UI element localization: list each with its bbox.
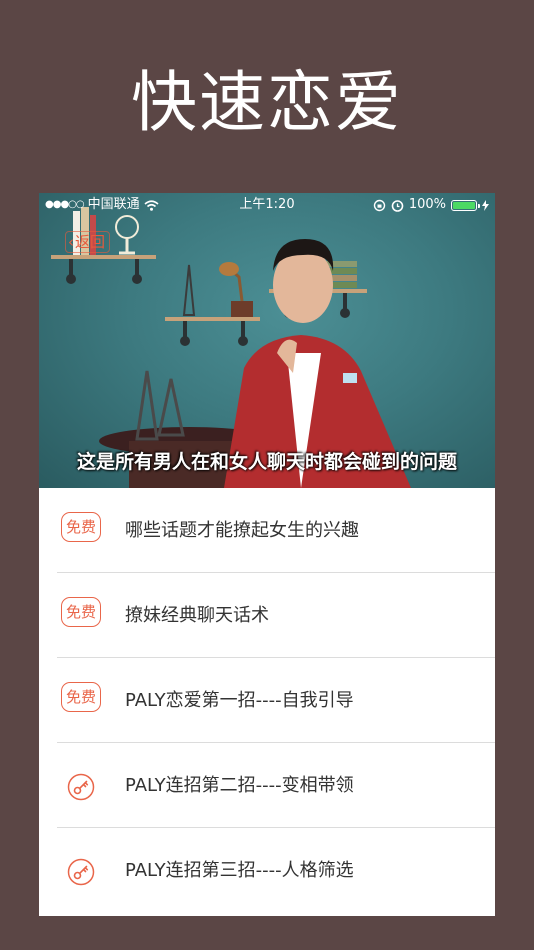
video-player[interactable]: ●●●○○ 中国联通 上午1:20 100% ‹ 返回 这是所有男人在和女人聊天…: [39, 193, 495, 488]
video-subtitle: 这是所有男人在和女人聊天时都会碰到的问题: [76, 451, 457, 473]
lesson-item[interactable]: PALY连招第二招----变相带领: [39, 743, 495, 828]
free-badge: 免费: [61, 597, 101, 627]
battery-level: [453, 201, 475, 209]
free-badge: 免费: [61, 512, 101, 542]
lesson-title: 撩妹经典聊天话术: [125, 605, 269, 626]
charging-icon: [482, 199, 489, 211]
alarm-icon: [391, 199, 404, 212]
headline: 快速恋爱: [131, 64, 403, 141]
shelf-left: [51, 255, 156, 259]
key-icon: [67, 773, 95, 801]
lesson-title: PALY恋爱第一招----自我引导: [125, 690, 354, 711]
status-right: 100%: [373, 193, 489, 217]
lesson-title: PALY连招第二招----变相带领: [125, 775, 354, 796]
key-icon: [67, 858, 95, 886]
lesson-list: 免费 哪些话题才能撩起女生的兴趣 免费 撩妹经典聊天话术 免费 PALY恋爱第一…: [39, 488, 495, 913]
lesson-title: PALY连招第三招----人格筛选: [125, 860, 354, 881]
lesson-item[interactable]: PALY连招第三招----人格筛选: [39, 828, 495, 913]
back-button[interactable]: ‹ 返回: [65, 231, 111, 253]
free-badge: 免费: [61, 682, 101, 712]
battery-icon: [451, 199, 480, 211]
lesson-title: 哪些话题才能撩起女生的兴趣: [125, 520, 359, 541]
phone-screen: ●●●○○ 中国联通 上午1:20 100% ‹ 返回 这是所有男人在和女人聊天…: [39, 193, 495, 916]
shelf-middle: [165, 317, 260, 321]
rotation-lock-icon: [373, 199, 386, 211]
lesson-item[interactable]: 免费 哪些话题才能撩起女生的兴趣: [39, 488, 495, 573]
battery-percent: 100%: [408, 197, 446, 212]
back-chevron-icon: ‹: [68, 233, 74, 251]
lesson-item[interactable]: 免费 撩妹经典聊天话术: [39, 573, 495, 658]
lesson-item[interactable]: 免费 PALY恋爱第一招----自我引导: [39, 658, 495, 743]
back-label: 返回: [75, 233, 106, 251]
status-bar: ●●●○○ 中国联通 上午1:20 100%: [39, 193, 495, 217]
